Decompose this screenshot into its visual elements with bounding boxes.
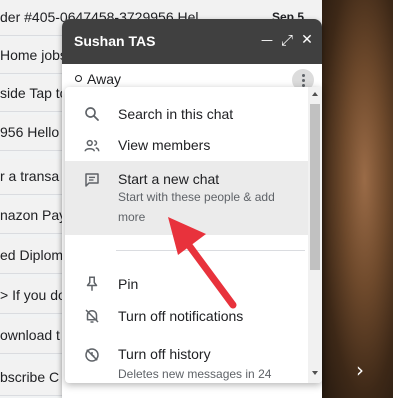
status-circle-icon xyxy=(75,75,82,82)
email-snippet: side Tap to xyxy=(0,85,68,101)
menu-item-label: Turn off notifications xyxy=(118,308,244,324)
chat-header[interactable]: Sushan TAS — ⤢ ✕ xyxy=(62,19,322,64)
menu-item-start-new-chat[interactable]: Start a new chat Start with these people… xyxy=(65,161,308,235)
email-snippet: 956 Hello xyxy=(0,124,60,140)
minimize-icon[interactable]: — xyxy=(258,31,276,49)
email-snippet: ed Diplom xyxy=(0,247,64,263)
email-snippet: r a transa xyxy=(0,168,60,184)
popout-icon[interactable]: ⤢ xyxy=(278,31,296,49)
close-icon[interactable]: ✕ xyxy=(298,31,316,49)
menu-item-search-in-chat[interactable]: Search in this chat xyxy=(65,96,308,132)
background-photo xyxy=(322,0,393,398)
history-off-icon xyxy=(85,348,99,362)
pin-icon xyxy=(86,276,98,291)
chat-options-menu: Search in this chat View members Start a… xyxy=(65,87,322,383)
more-dot xyxy=(301,79,305,82)
bell-off-icon xyxy=(85,309,99,323)
menu-item-description: Deletes new messages in 24 xyxy=(118,367,272,381)
menu-item-view-members[interactable]: View members xyxy=(65,128,308,162)
people-icon xyxy=(84,139,100,152)
status-label: Away xyxy=(87,71,121,87)
menu-item-label: Start a new chat xyxy=(118,171,220,187)
email-snippet: Home jobs xyxy=(0,47,67,63)
scroll-up-arrow-icon[interactable] xyxy=(312,92,318,96)
menu-item-turn-off-history[interactable]: Turn off history Deletes new messages in… xyxy=(65,339,308,383)
menu-item-label: Search in this chat xyxy=(118,106,234,122)
email-snippet: bscribe C xyxy=(0,369,60,385)
email-snippet: ownload t xyxy=(0,327,60,343)
more-dot xyxy=(301,74,305,77)
chat-title: Sushan TAS xyxy=(74,33,156,49)
scroll-down-arrow-icon[interactable] xyxy=(312,371,318,375)
menu-item-label: Pin xyxy=(118,276,139,292)
chevron-right-icon[interactable]: › xyxy=(356,358,364,382)
search-icon xyxy=(85,107,99,121)
email-snippet: nazon Pay xyxy=(0,207,67,223)
menu-item-pin[interactable]: Pin xyxy=(65,269,308,299)
menu-divider xyxy=(116,250,305,251)
menu-item-description: Start with these people & add more xyxy=(118,190,275,224)
email-snippet: > If you do xyxy=(0,287,66,303)
menu-item-label: View members xyxy=(118,137,211,153)
menu-item-turn-off-notifications[interactable]: Turn off notifications xyxy=(65,301,308,331)
menu-item-label: Turn off history xyxy=(118,346,211,362)
chat-bubble-icon xyxy=(85,173,99,187)
scrollbar-thumb[interactable] xyxy=(310,104,320,270)
